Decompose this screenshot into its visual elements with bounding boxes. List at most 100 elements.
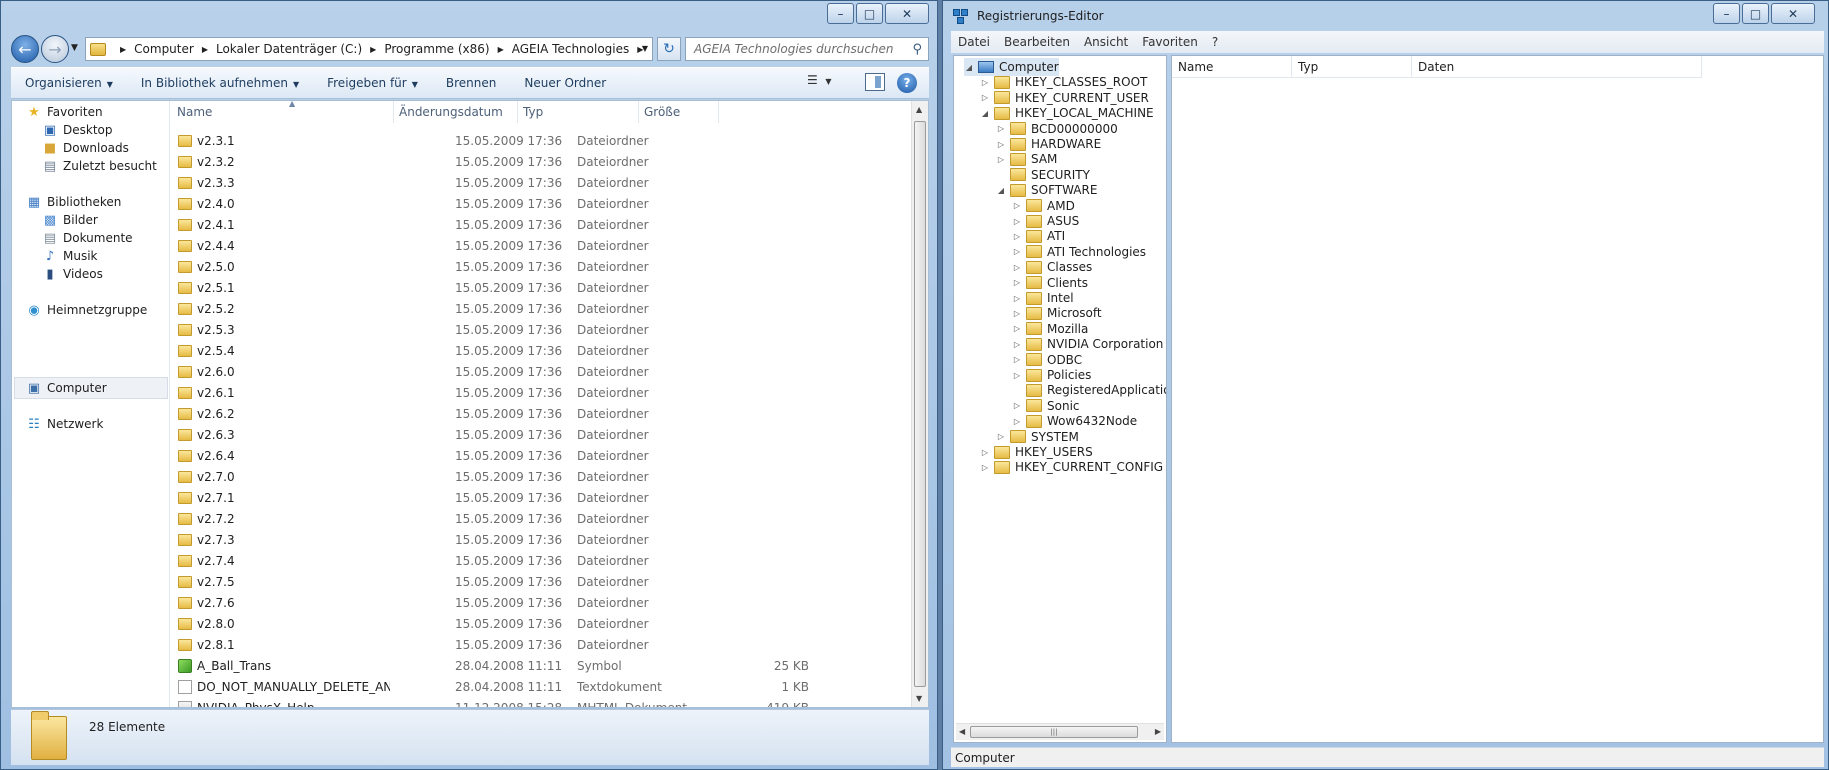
expand-arrow-icon[interactable]: ▷	[996, 140, 1006, 149]
expand-arrow-icon[interactable]: ▷	[1012, 263, 1022, 272]
recent-pages-dropdown[interactable]: ▼	[71, 43, 78, 53]
expand-arrow-icon[interactable]: ▷	[1012, 371, 1022, 380]
file-row[interactable]: v2.5.4 15.05.2009 17:36 Dateiordner	[172, 341, 772, 362]
scroll-up-arrow-icon[interactable]: ▲	[916, 105, 922, 114]
menu-file[interactable]: Datei	[951, 35, 997, 49]
nav-music[interactable]: ♪ Musik	[42, 246, 98, 266]
add-to-library-button[interactable]: In Bibliothek aufnehmen ▼	[127, 76, 313, 90]
collapse-arrow-icon[interactable]: ◢	[996, 186, 1006, 195]
expand-arrow-icon[interactable]: ▷	[1012, 355, 1022, 364]
file-row[interactable]: v2.3.3 15.05.2009 17:36 Dateiordner	[172, 173, 772, 194]
nav-downloads[interactable]: ■ Downloads	[42, 138, 129, 158]
expand-arrow-icon[interactable]: ▷	[1012, 417, 1022, 426]
menu-edit[interactable]: Bearbeiten	[997, 35, 1077, 49]
collapse-arrow-icon[interactable]: ◢	[964, 63, 974, 72]
scroll-right-arrow-icon[interactable]: ▶	[1155, 727, 1161, 736]
file-row[interactable]: v2.4.0 15.05.2009 17:36 Dateiordner	[172, 194, 772, 215]
file-row[interactable]: v2.7.3 15.05.2009 17:36 Dateiordner	[172, 530, 772, 551]
file-row[interactable]: v2.6.0 15.05.2009 17:36 Dateiordner	[172, 362, 772, 383]
chevron-right-icon[interactable]: ▶	[370, 45, 376, 54]
nav-network[interactable]: ☷ Netzwerk	[26, 414, 103, 434]
help-button[interactable]: ?	[897, 73, 917, 93]
file-row[interactable]: v2.5.1 15.05.2009 17:36 Dateiordner	[172, 278, 772, 299]
expand-arrow-icon[interactable]: ▷	[1012, 217, 1022, 226]
chevron-right-icon[interactable]: ▶	[120, 45, 126, 54]
expand-arrow-icon[interactable]: ▷	[1012, 324, 1022, 333]
back-button[interactable]: ←	[11, 35, 39, 63]
nav-recent[interactable]: ▤ Zuletzt besucht	[42, 156, 157, 176]
share-with-button[interactable]: Freigeben für ▼	[313, 76, 432, 90]
tree-node[interactable]: ▷ HKEY_CURRENT_CONFIG	[980, 458, 1163, 476]
file-row[interactable]: v2.4.4 15.05.2009 17:36 Dateiordner	[172, 236, 772, 257]
column-header-size[interactable]: Größe	[639, 101, 719, 123]
column-header-name[interactable]: Name	[172, 101, 394, 123]
minimize-button[interactable]: –	[827, 3, 854, 24]
collapse-arrow-icon[interactable]: ◢	[980, 109, 990, 118]
expand-arrow-icon[interactable]: ▷	[980, 93, 990, 102]
file-row[interactable]: v2.6.3 15.05.2009 17:36 Dateiordner	[172, 425, 772, 446]
file-row[interactable]: v2.6.1 15.05.2009 17:36 Dateiordner	[172, 383, 772, 404]
file-row[interactable]: v2.7.2 15.05.2009 17:36 Dateiordner	[172, 509, 772, 530]
column-header-date[interactable]: Änderungsdatum	[394, 101, 518, 123]
chevron-right-icon[interactable]: ▶	[498, 45, 504, 54]
file-row[interactable]: A_Ball_Trans 28.04.2008 11:11 Symbol 25 KB	[172, 656, 809, 677]
file-row[interactable]: v2.5.2 15.05.2009 17:36 Dateiordner	[172, 299, 772, 320]
expand-arrow-icon[interactable]: ▷	[1012, 340, 1022, 349]
menu-favorites[interactable]: Favoriten	[1135, 35, 1205, 49]
column-header-name[interactable]: Name	[1172, 56, 1292, 78]
burn-button[interactable]: Brennen	[432, 76, 510, 90]
nav-homegroup[interactable]: ◉ Heimnetzgruppe	[26, 300, 147, 320]
search-icon[interactable]: ⚲	[912, 42, 922, 57]
breadcrumb-computer[interactable]: Computer	[134, 42, 194, 56]
nav-documents[interactable]: ▤ Dokumente	[42, 228, 133, 248]
close-button[interactable]: ✕	[885, 3, 929, 24]
file-row[interactable]: v2.3.1 15.05.2009 17:36 Dateiordner	[172, 131, 772, 152]
scrollbar-thumb[interactable]: |||	[970, 726, 1138, 738]
breadcrumb-programme-x86[interactable]: Programme (x86)	[384, 42, 489, 56]
file-row[interactable]: v2.5.0 15.05.2009 17:36 Dateiordner	[172, 257, 772, 278]
file-row[interactable]: v2.7.4 15.05.2009 17:36 Dateiordner	[172, 551, 772, 572]
address-history-dropdown[interactable]: ▼	[642, 44, 648, 53]
expand-arrow-icon[interactable]: ▷	[996, 124, 1006, 133]
expand-arrow-icon[interactable]: ▷	[980, 448, 990, 457]
column-header-type[interactable]: Typ	[518, 101, 639, 123]
nav-videos[interactable]: ▮ Videos	[42, 264, 102, 284]
expand-arrow-icon[interactable]: ▷	[1012, 201, 1022, 210]
expand-arrow-icon[interactable]: ▷	[996, 432, 1006, 441]
expand-arrow-icon[interactable]: ▷	[1012, 401, 1022, 410]
maximize-button[interactable]: □	[1742, 3, 1769, 24]
file-row[interactable]: v2.7.1 15.05.2009 17:36 Dateiordner	[172, 488, 772, 509]
expand-arrow-icon[interactable]: ▷	[1012, 309, 1022, 318]
breadcrumb-drive-c[interactable]: Lokaler Datenträger (C:)	[216, 42, 362, 56]
menu-help[interactable]: ?	[1205, 35, 1225, 49]
file-row[interactable]: NVIDIA_PhysX_Help 11.12.2008 15:28 MHTML-D…	[172, 698, 809, 707]
vertical-scrollbar[interactable]: ▲ ▼	[911, 101, 928, 707]
file-row[interactable]: v2.5.3 15.05.2009 17:36 Dateiordner	[172, 320, 772, 341]
change-view-button[interactable]: ☰ ▼	[807, 73, 832, 87]
minimize-button[interactable]: –	[1713, 3, 1740, 24]
address-bar[interactable]: ▶ Computer ▶ Lokaler Datenträger (C:) ▶ …	[85, 37, 653, 61]
nav-desktop[interactable]: ▣ Desktop	[42, 120, 113, 140]
scrollbar-thumb[interactable]	[914, 121, 926, 687]
file-row[interactable]: v2.7.5 15.05.2009 17:36 Dateiordner	[172, 572, 772, 593]
preview-pane-button[interactable]	[865, 73, 885, 91]
close-button[interactable]: ✕	[1771, 3, 1815, 24]
organize-button[interactable]: Organisieren ▼	[11, 76, 127, 90]
refresh-button[interactable]: ↻	[657, 37, 681, 61]
expand-arrow-icon[interactable]: ▷	[1012, 278, 1022, 287]
expand-arrow-icon[interactable]: ▷	[1012, 294, 1022, 303]
expand-arrow-icon[interactable]: ▷	[1012, 247, 1022, 256]
forward-button[interactable]: →	[41, 35, 69, 63]
file-row[interactable]: v2.6.4 15.05.2009 17:36 Dateiordner	[172, 446, 772, 467]
explorer-titlebar[interactable]: – □ ✕	[1, 1, 937, 29]
expand-arrow-icon[interactable]: ▷	[980, 78, 990, 87]
maximize-button[interactable]: □	[856, 3, 883, 24]
nav-computer[interactable]: ▣ Computer	[26, 378, 107, 398]
horizontal-scrollbar[interactable]: ◀ ||| ▶	[956, 723, 1164, 740]
expand-arrow-icon[interactable]: ▷	[980, 463, 990, 472]
search-input[interactable]: AGEIA Technologies durchsuchen ⚲	[685, 37, 929, 61]
file-row[interactable]: v2.7.6 15.05.2009 17:36 Dateiordner	[172, 593, 772, 614]
scroll-down-arrow-icon[interactable]: ▼	[916, 694, 922, 703]
file-row[interactable]: v2.6.2 15.05.2009 17:36 Dateiordner	[172, 404, 772, 425]
new-folder-button[interactable]: Neuer Ordner	[510, 76, 620, 90]
